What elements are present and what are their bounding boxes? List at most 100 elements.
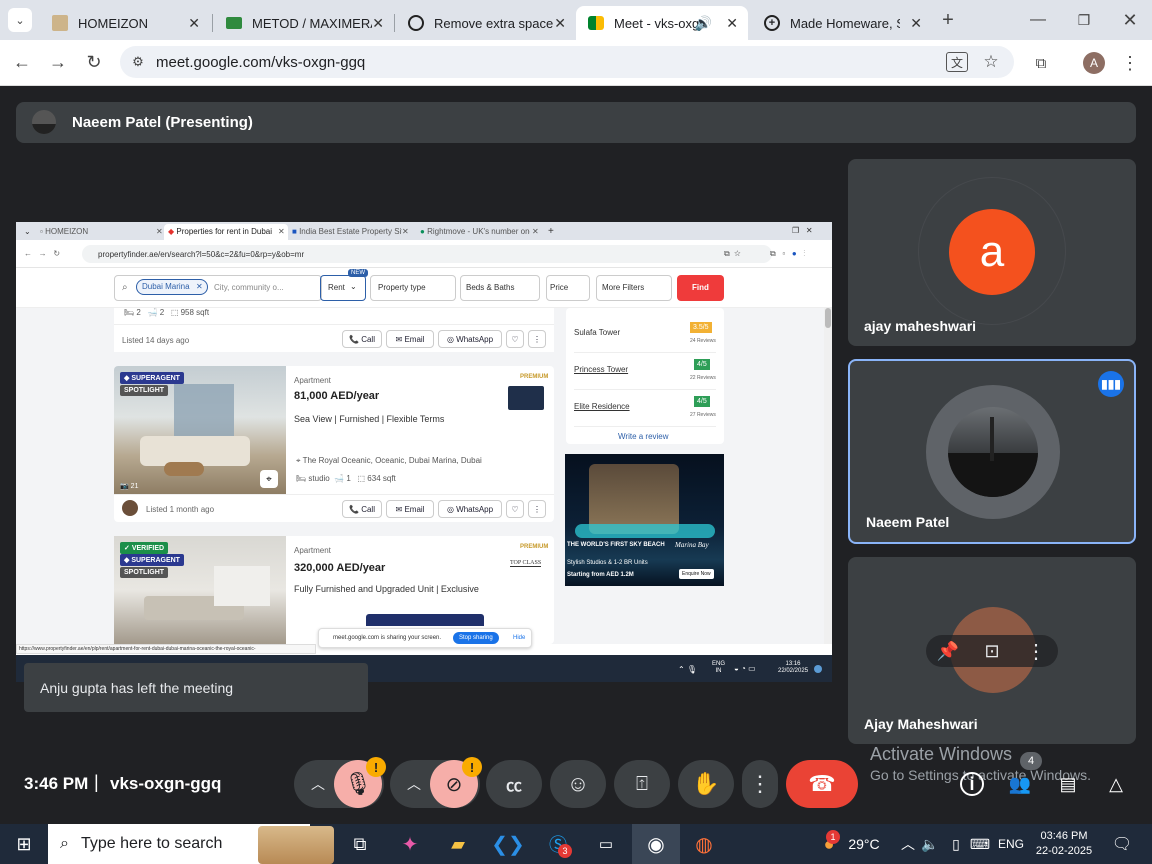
notifications-icon[interactable]: 🗨 [1108,824,1136,864]
close-icon[interactable]: ✕ [910,15,922,32]
windows-start-icon[interactable]: ⊞ [0,824,48,864]
speaker-icon[interactable]: 🔊 [695,15,712,32]
pf-premium-badge: PREMIUM [520,544,549,550]
terminal-icon[interactable]: ▭ [588,824,624,864]
tab-made[interactable]: + Made Homeware, Sofa ✕ [752,6,932,40]
shared-url-text: propertyfinder.ae/en/search?l=50&c=2&fu=… [98,250,305,259]
participant-tile-ajay-2[interactable]: 📌 ⊡ ⋮ Ajay Maheshwari [848,557,1136,744]
frame-person-icon[interactable]: ⊡ [980,639,1004,663]
shared-nav-icons: ← → ↻ [24,249,61,258]
task-view-icon[interactable]: ⧉ [344,824,376,864]
extensions-icon[interactable]: ⧉ [1030,52,1052,74]
present-button[interactable]: ⍐ [614,760,670,808]
maximize-icon[interactable]: ❐ [1072,8,1096,32]
file-explorer-icon[interactable]: ▰ [442,824,474,864]
pf-listing-1: ◆ SUPERAGENT SPOTLIGHT 📷 21 ⌖ Apartment … [114,366,554,522]
pf-chip-text: Dubai Marina [142,282,190,291]
site-info-icon[interactable]: ⚙ [128,52,148,72]
taskbar-clock[interactable]: 03:46 PM 22-02-2025 [1030,824,1098,864]
forward-icon[interactable]: → [46,50,70,74]
toast-notification: Anju gupta has left the meeting [24,663,368,712]
camera-warning-icon: ! [462,757,482,777]
url-field[interactable]: ⚙ meet.google.com/vks-oxgn-ggq 文 ☆ [120,46,1014,78]
back-icon[interactable]: ← [10,50,34,74]
pf-photo-count: 📷 21 [120,483,139,490]
close-icon[interactable]: ✕ [554,15,566,32]
pf-new-badge: NEW [348,269,368,277]
shared-address-bar: ← → ↻ propertyfinder.ae/en/search?l=50&c… [16,240,832,268]
browser-menu-icon[interactable]: ⋮ [1120,52,1140,74]
pf-ad-banner: THE WORLD'S FIRST SKY BEACH Marina Bay S… [565,454,724,586]
network-icon[interactable]: ⌨ [968,824,992,864]
firefox-icon[interactable]: ◍ [686,824,722,864]
pf-call-button: 📞 Call [342,330,382,348]
tab-homeizon[interactable]: HOMEIZON ✕ [40,6,210,40]
shared-tray-icons: ⌃ 🎙 [678,665,698,674]
pf-tower-reviews: 22 Reviews [690,375,716,381]
tab-label: HOMEIZON [78,15,149,31]
pf-tower-reviews: 27 Reviews [690,412,716,418]
people-icon[interactable]: 👥 [1006,772,1034,796]
mic-options-icon[interactable]: ︿ [306,772,330,796]
participant-tile-naeem[interactable]: ▮▮▮ Naeem Patel [848,359,1136,544]
plus-circle-favicon-icon: + [764,15,780,31]
activities-icon[interactable]: △ [1104,772,1128,796]
camera-options-icon[interactable]: ︿ [402,772,426,796]
pf-tower-score: 4/5 [694,396,710,407]
close-icon[interactable]: ✕ [726,15,738,32]
tab-meet[interactable]: Meet - vks-oxgn-ggq 🔊 ✕ [576,6,748,40]
tray-device-icon[interactable]: ▯ [944,824,968,864]
shared-tray-clock: 13:16 22/02/2025 [778,661,809,674]
shared-scrollbar [824,308,832,644]
leave-call-button[interactable]: ☎ [786,760,858,808]
close-icon[interactable]: ✕ [188,15,200,32]
reload-icon[interactable]: ↻ [82,50,106,74]
more-options-icon[interactable]: ⋮ [1024,639,1048,663]
close-icon[interactable]: ✕ [372,15,384,32]
pf-agency-logo: TOP CLASS [510,560,542,567]
pf-top-specs: 🛏 2 🛁 2 ⬚ 958 sqft [124,308,210,317]
participant-tile-ajay[interactable]: a ajay maheshwari [848,159,1136,346]
hide-button: Hide [513,635,526,641]
meeting-code: vks-oxgn-ggq [110,774,222,793]
participant-name: Ajay Maheshwari [864,716,978,732]
weather-temp[interactable]: 29°C [846,824,882,864]
heart-icon: ♡ [506,330,524,348]
new-tab-icon[interactable]: + [936,8,960,32]
skype-icon[interactable]: Ⓢ [540,824,576,864]
pf-listing-top: 🛏 2 🛁 2 ⬚ 958 sqft Listed 14 days ago 📞 … [114,308,554,352]
avatar [948,407,1038,497]
pf-ad-brand: Marina Bay [675,541,709,549]
captions-button[interactable]: ㏄ [486,760,542,808]
translate-icon[interactable]: 文 [946,52,968,72]
chat-icon[interactable]: ▤ [1056,772,1080,796]
pf-type: Apartment [294,376,331,385]
tab-search-icon[interactable]: ⌄ [8,8,32,32]
tray-chevron-icon[interactable]: ︿ [898,824,918,864]
bookmark-star-icon[interactable]: ☆ [980,51,1002,73]
participant-name: Naeem Patel [866,514,950,530]
minimize-icon[interactable]: — [1026,8,1050,32]
raise-hand-button[interactable]: ✋ [678,760,734,808]
address-bar: ← → ↻ ⚙ meet.google.com/vks-oxgn-ggq 文 ☆… [0,40,1152,86]
speaking-indicator-icon: ▮▮▮ [1098,371,1124,397]
profile-avatar[interactable]: A [1083,52,1105,74]
input-language[interactable]: ENG [994,824,1028,864]
more-icon: ⋮ [528,500,546,518]
copilot-icon[interactable]: ✦ [394,824,426,864]
tab-remove-space[interactable]: Remove extra space ✕ [396,6,576,40]
volume-icon[interactable]: 🔈 [920,824,940,864]
close-window-icon[interactable]: ✕ [1118,8,1142,32]
chrome-icon[interactable]: ◉ [632,824,680,864]
emoji-button[interactable]: ☺ [550,760,606,808]
shared-screen[interactable]: ⌄ ▫ HOMEIZON ✕ ◆ Properties for rent in … [16,222,832,682]
pf-ad-headline: THE WORLD'S FIRST SKY BEACH [567,542,665,548]
activate-windows-title: Activate Windows [870,744,1013,764]
meeting-details-icon[interactable]: i [960,772,984,796]
vscode-icon[interactable]: ❮❯ [490,824,526,864]
tab-metod[interactable]: METOD / MAXIMERA ✕ [214,6,394,40]
pin-icon[interactable]: 📌 [936,639,960,663]
toast-text: Anju gupta has left the meeting [40,679,234,696]
pf-filter-label: Property type [378,283,426,292]
more-options-button[interactable]: ⋮ [742,760,778,808]
